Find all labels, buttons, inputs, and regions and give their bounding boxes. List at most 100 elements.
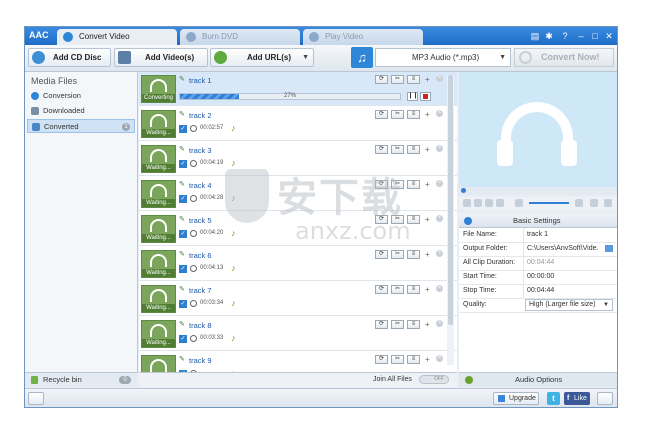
cut-icon[interactable]: ✂ xyxy=(391,285,404,294)
music-note-icon[interactable]: ♫ xyxy=(351,47,373,68)
cut-icon[interactable]: ✂ xyxy=(391,355,404,364)
audio-options-bar[interactable]: Audio Options xyxy=(459,372,617,387)
remove-icon[interactable]: × xyxy=(436,355,443,362)
tool-icon[interactable] xyxy=(604,199,612,207)
sidebar-item-converted[interactable]: Converted 1 xyxy=(27,119,135,133)
remove-icon[interactable]: × xyxy=(436,320,443,327)
crop-icon[interactable] xyxy=(590,199,598,207)
convert-now-button[interactable]: Convert Now! xyxy=(514,48,614,67)
gear-icon[interactable]: ✱ xyxy=(543,30,555,42)
track-name[interactable]: track 8 xyxy=(189,321,212,330)
add-url-button[interactable]: Add URL(s) ▼ xyxy=(210,48,314,67)
edit-settings-icon[interactable]: ≡ xyxy=(407,110,420,119)
add-icon[interactable]: + xyxy=(425,215,430,224)
add-icon[interactable]: + xyxy=(425,285,430,294)
upgrade-button[interactable]: Upgrade xyxy=(493,392,539,405)
track-name[interactable]: track 7 xyxy=(189,286,212,295)
play-icon[interactable] xyxy=(463,199,471,207)
skin-icon[interactable]: ▤ xyxy=(529,30,541,42)
scrollbar-thumb[interactable] xyxy=(448,75,453,325)
edit-name-icon[interactable]: ✎ xyxy=(179,181,187,188)
refresh-icon[interactable]: ⟳ xyxy=(375,215,388,224)
seek-knob[interactable] xyxy=(461,188,466,193)
track-name[interactable]: track 1 xyxy=(189,76,212,85)
add-icon[interactable]: + xyxy=(425,75,430,84)
track-name[interactable]: track 5 xyxy=(189,216,212,225)
add-icon[interactable]: + xyxy=(425,180,430,189)
pause-button[interactable]: ❙❙ xyxy=(407,92,418,101)
tab-play-video[interactable]: Play Video xyxy=(303,29,423,45)
seek-bar[interactable] xyxy=(459,187,617,195)
refresh-icon[interactable]: ⟳ xyxy=(375,355,388,364)
track-checkbox[interactable]: ✓ xyxy=(179,335,187,343)
track-name[interactable]: track 3 xyxy=(189,146,212,155)
stop-time-field[interactable]: 00:04:44 xyxy=(527,284,613,298)
add-icon[interactable]: + xyxy=(425,110,430,119)
track-row[interactable]: Waiting... ✎ track 2 ⟳ ✂ ≡ + × ✓ 00:02:57 ♪ xyxy=(139,107,457,141)
track-row[interactable]: Waiting... ✎ track 7 ⟳ ✂ ≡ + × ✓ 00:03:34 ♪ xyxy=(139,282,457,316)
edit-name-icon[interactable]: ✎ xyxy=(179,251,187,258)
cut-icon[interactable]: ✂ xyxy=(391,180,404,189)
cut-icon[interactable]: ✂ xyxy=(391,110,404,119)
edit-name-icon[interactable]: ✎ xyxy=(179,146,187,153)
track-checkbox[interactable]: ✓ xyxy=(179,195,187,203)
track-row[interactable]: Waiting... ✎ track 8 ⟳ ✂ ≡ + × ✓ 00:03:33 ♪ xyxy=(139,317,457,351)
refresh-icon[interactable]: ⟳ xyxy=(375,180,388,189)
twitter-icon[interactable]: t xyxy=(547,392,560,405)
toggle-preview-button[interactable] xyxy=(597,392,613,405)
add-icon[interactable]: + xyxy=(425,355,430,364)
remove-icon[interactable]: × xyxy=(436,110,443,117)
add-cd-button[interactable]: Add CD Disc xyxy=(28,48,111,67)
file-name-field[interactable]: track 1 xyxy=(527,228,613,242)
add-video-button[interactable]: Add Video(s) xyxy=(114,48,208,67)
edit-settings-icon[interactable]: ≡ xyxy=(407,250,420,259)
cut-icon[interactable]: ✂ xyxy=(391,75,404,84)
cut-icon[interactable]: ✂ xyxy=(391,250,404,259)
edit-settings-icon[interactable]: ≡ xyxy=(407,145,420,154)
track-checkbox[interactable]: ✓ xyxy=(179,300,187,308)
volume-slider[interactable] xyxy=(529,202,569,204)
sidebar-item-downloaded[interactable]: Downloaded xyxy=(27,104,135,118)
track-checkbox[interactable]: ✓ xyxy=(179,125,187,133)
tab-burn-dvd[interactable]: Burn DVD xyxy=(180,29,300,45)
next-frame-icon[interactable] xyxy=(496,199,504,207)
edit-settings-icon[interactable]: ≡ xyxy=(407,75,420,84)
output-folder-field[interactable]: C:\Users\AnvSoft\Vide... xyxy=(527,242,599,256)
basic-settings-header[interactable]: Basic Settings xyxy=(459,214,617,228)
edit-settings-icon[interactable]: ≡ xyxy=(407,320,420,329)
cut-icon[interactable]: ✂ xyxy=(391,145,404,154)
tab-convert-video[interactable]: Convert Video xyxy=(57,29,177,45)
edit-settings-icon[interactable]: ≡ xyxy=(407,180,420,189)
track-row[interactable]: Waiting... ✎ track 4 ⟳ ✂ ≡ + × ✓ 00:04:28 ♪ xyxy=(139,177,457,211)
toggle-sidebar-button[interactable] xyxy=(28,392,44,405)
refresh-icon[interactable]: ⟳ xyxy=(375,110,388,119)
join-all-toggle[interactable]: OFF xyxy=(419,375,449,384)
prev-frame-icon[interactable] xyxy=(485,199,493,207)
remove-icon[interactable]: × xyxy=(436,250,443,257)
recycle-bin[interactable]: Recycle bin 0 xyxy=(25,372,137,387)
refresh-icon[interactable]: ⟳ xyxy=(375,320,388,329)
browse-folder-icon[interactable] xyxy=(605,245,613,252)
edit-name-icon[interactable]: ✎ xyxy=(179,111,187,118)
edit-settings-icon[interactable]: ≡ xyxy=(407,355,420,364)
close-button[interactable]: ✕ xyxy=(603,30,615,42)
maximize-button[interactable]: □ xyxy=(589,30,601,42)
remove-icon[interactable]: × xyxy=(436,215,443,222)
track-checkbox[interactable]: ✓ xyxy=(179,265,187,273)
start-time-field[interactable]: 00:00:00 xyxy=(527,270,613,284)
track-row[interactable]: Converting ✎ track 1 ⟳ ✂ ≡ + × 27% ❙❙ xyxy=(139,72,457,106)
output-format-select[interactable]: MP3 Audio (*.mp3) ▼ xyxy=(375,48,511,67)
track-row[interactable]: Waiting... ✎ track 5 ⟳ ✂ ≡ + × ✓ 00:04:20 ♪ xyxy=(139,212,457,246)
snapshot-icon[interactable] xyxy=(575,199,583,207)
edit-name-icon[interactable]: ✎ xyxy=(179,216,187,223)
stop-icon[interactable] xyxy=(474,199,482,207)
minimize-button[interactable]: – xyxy=(575,30,587,42)
track-checkbox[interactable]: ✓ xyxy=(179,160,187,168)
remove-icon[interactable]: × xyxy=(436,285,443,292)
add-icon[interactable]: + xyxy=(425,145,430,154)
track-list-scrollbar[interactable] xyxy=(447,75,454,365)
remove-icon[interactable]: × xyxy=(436,180,443,187)
edit-name-icon[interactable]: ✎ xyxy=(179,321,187,328)
edit-settings-icon[interactable]: ≡ xyxy=(407,215,420,224)
add-icon[interactable]: + xyxy=(425,320,430,329)
